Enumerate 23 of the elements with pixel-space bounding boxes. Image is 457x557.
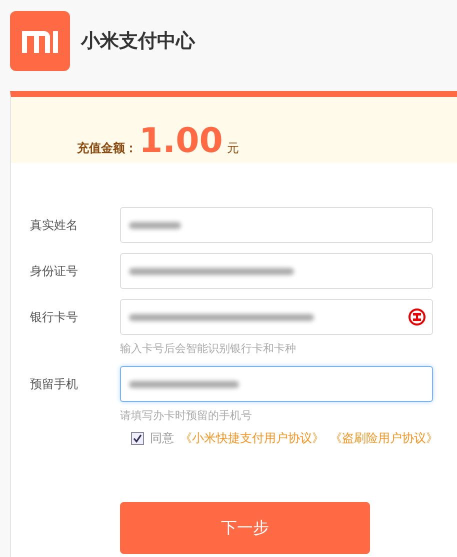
agreement-link[interactable]: 《盗刷险用户协议》 bbox=[330, 430, 438, 447]
input-field[interactable] bbox=[120, 253, 433, 289]
field-label: 预留手机 bbox=[29, 376, 79, 392]
input-field[interactable] bbox=[120, 366, 433, 402]
page-title: 小米支付中心 bbox=[81, 29, 195, 54]
input-field[interactable] bbox=[120, 299, 433, 335]
currency-unit: 元 bbox=[226, 140, 239, 157]
check-icon bbox=[133, 434, 142, 443]
next-button[interactable]: 下一步 bbox=[120, 502, 370, 554]
amount-value: 1.00 bbox=[139, 121, 223, 161]
field-hint: 请填写办卡时预留的手机号 bbox=[120, 408, 253, 423]
field-hint: 输入卡号后会智能识别银行卡和卡种 bbox=[120, 341, 297, 356]
agree-label: 同意 bbox=[150, 430, 174, 447]
agreement-link[interactable]: 《小米快捷支付用户协议》 bbox=[180, 430, 324, 447]
bank-icon bbox=[408, 308, 426, 326]
amount-label: 充值金额： bbox=[77, 140, 137, 157]
checkbox[interactable] bbox=[131, 432, 144, 445]
field-label: 真实姓名 bbox=[29, 216, 79, 234]
field-label: 身份证号 bbox=[29, 262, 79, 280]
input-field[interactable] bbox=[120, 207, 433, 243]
blurred-value bbox=[129, 222, 181, 228]
logo-icon bbox=[10, 11, 70, 71]
field-label: 银行卡号 bbox=[29, 308, 79, 326]
